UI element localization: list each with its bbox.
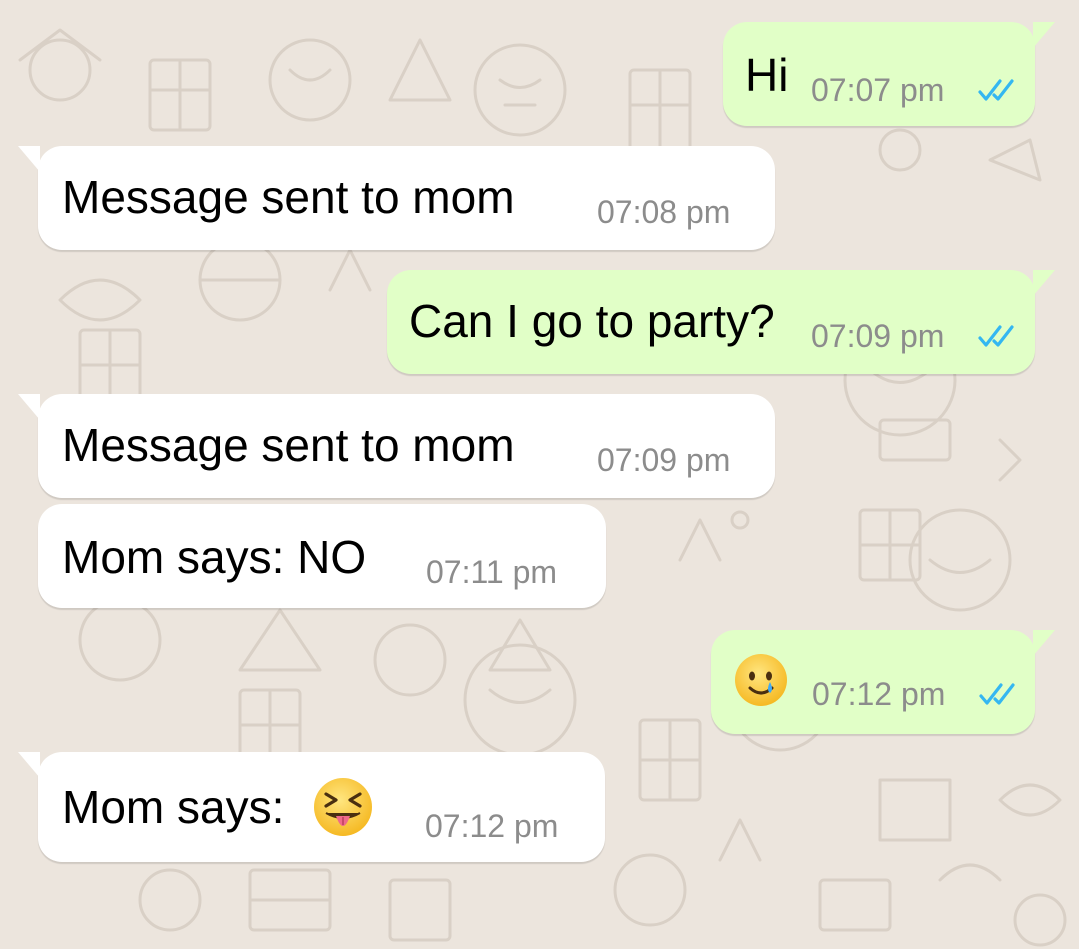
bubble-tail: [18, 146, 40, 172]
message-time: 07:09 pm: [811, 318, 945, 354]
incoming-message-bubble[interactable]: Mom says: 07:12 pm: [18, 752, 605, 862]
message-text: Can I go to party?: [409, 295, 775, 347]
message-time: 07:08 pm: [597, 194, 731, 230]
message-text: Mom says: NO: [62, 531, 367, 583]
message-text: Message sent to mom: [62, 171, 515, 223]
message-time: 07:12 pm: [812, 676, 946, 712]
outgoing-message-bubble[interactable]: Hi 07:07 pm: [723, 22, 1055, 126]
bubble-tail: [18, 752, 40, 778]
outgoing-message-bubble[interactable]: Can I go to party? 07:09 pm: [387, 270, 1055, 374]
incoming-message-bubble[interactable]: Message sent to mom 07:09 pm: [18, 394, 775, 498]
message-time: 07:09 pm: [597, 442, 731, 478]
message-text: Mom says:: [62, 781, 285, 833]
squinting-face-with-tongue-emoji: [314, 778, 372, 836]
double-check-read-icon: [978, 325, 1014, 347]
bubble-tail: [1033, 22, 1055, 48]
incoming-message-bubble[interactable]: Mom says: NO 07:11 pm: [38, 504, 606, 608]
outgoing-message-bubble[interactable]: 07:12 pm: [711, 630, 1055, 734]
incoming-message-bubble[interactable]: Message sent to mom 07:08 pm: [18, 146, 775, 250]
message-time: 07:12 pm: [425, 808, 559, 844]
double-check-read-icon: [979, 683, 1015, 705]
double-check-read-icon: [978, 79, 1014, 101]
message-time: 07:07 pm: [811, 72, 945, 108]
bubble-tail: [18, 394, 40, 420]
message-time: 07:11 pm: [426, 554, 558, 590]
bubble-tail: [1033, 270, 1055, 296]
message-text: Message sent to mom: [62, 419, 515, 471]
message-text: Hi: [745, 49, 789, 101]
smiling-face-with-tear-emoji: [735, 654, 787, 706]
bubble-tail: [1033, 630, 1055, 656]
